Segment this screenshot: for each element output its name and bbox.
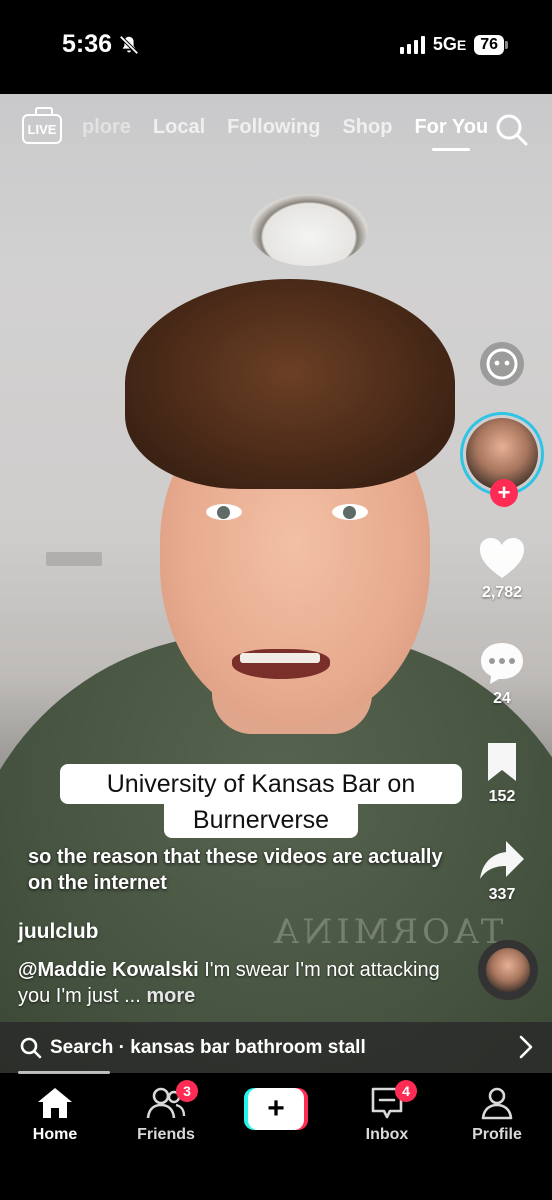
chevron-right-icon (519, 1035, 533, 1059)
create-button[interactable]: + (244, 1088, 308, 1130)
nav-profile-label: Profile (472, 1126, 522, 1143)
video-subtitle: so the reason that these videos are actu… (28, 846, 443, 894)
search-suggestion-bar[interactable]: Search · kansas bar bathroom stall (0, 1022, 552, 1073)
author-username[interactable]: juulclub (18, 920, 99, 944)
nav-inbox[interactable]: 4 Inbox (337, 1080, 437, 1144)
bottom-nav: Home 3 Friends + 4 Inbox Profile (0, 1074, 552, 1200)
tab-explore[interactable]: plore (82, 116, 131, 139)
search-suggestion-label: Search · kansas bar bathroom stall (50, 1036, 366, 1058)
search-icon[interactable] (494, 112, 530, 148)
comment-count: 24 (493, 690, 511, 707)
battery-icon: 76 (474, 34, 508, 55)
follow-plus-icon[interactable]: + (490, 479, 518, 507)
heart-icon (480, 538, 524, 578)
comment-button[interactable]: 24 (452, 640, 552, 708)
more-link[interactable]: more (146, 985, 195, 1007)
creator-avatar[interactable]: + (460, 412, 544, 507)
tab-shop[interactable]: Shop (342, 116, 392, 139)
nav-friends-label: Friends (137, 1126, 195, 1143)
top-nav: LIVE plore Local Following Shop For You (0, 110, 552, 160)
nav-inbox-label: Inbox (365, 1126, 409, 1143)
post-description[interactable]: @Maddie Kowalski I'm swear I'm not attac… (18, 957, 458, 1009)
save-count: 152 (488, 788, 516, 805)
video-title-line-2: Burnerverse (164, 802, 358, 838)
profile-icon (481, 1087, 513, 1120)
share-arrow-icon (480, 841, 524, 879)
shirt-print-text: TAORMINA (270, 912, 504, 952)
tab-following[interactable]: Following (227, 116, 320, 139)
video-person-hair (125, 279, 455, 489)
video-ceiling-light (250, 194, 368, 266)
status-indicators: 5GE 76 (399, 34, 508, 55)
share-count: 337 (488, 886, 516, 903)
network-label: 5GE (432, 34, 467, 54)
home-icon (38, 1088, 72, 1118)
video-person-mouth (232, 649, 330, 679)
video-person-eye-left (206, 504, 242, 520)
nav-home-label: Home (32, 1126, 78, 1143)
status-bar: 5:36 5GE 76 (0, 0, 552, 94)
sound-disc-icon[interactable] (478, 940, 538, 1000)
nav-profile[interactable]: Profile (447, 1086, 547, 1144)
friends-badge: 3 (176, 1080, 198, 1102)
nav-friends[interactable]: 3 Friends (116, 1080, 216, 1144)
like-button[interactable]: 2,782 (452, 536, 552, 602)
video-vent (46, 552, 102, 566)
bookmark-icon (488, 743, 516, 781)
status-time: 5:36 (62, 30, 140, 59)
clock: 5:36 (62, 30, 113, 58)
inbox-badge: 4 (395, 1080, 417, 1102)
video-person-eye-right (332, 504, 368, 520)
nav-home[interactable]: Home (5, 1086, 105, 1144)
like-count: 2,782 (481, 584, 523, 601)
creator-avatar-button[interactable]: + (452, 412, 552, 507)
feed-tabs: plore Local Following Shop For You (82, 116, 488, 151)
ai-face-button[interactable] (452, 340, 552, 388)
search-icon (20, 1037, 42, 1058)
share-button[interactable]: 337 (452, 838, 552, 904)
face-icon (480, 342, 524, 386)
comment-icon (481, 643, 523, 684)
cellular-signal-icon (399, 35, 425, 54)
tab-local[interactable]: Local (153, 116, 205, 139)
save-button[interactable]: 152 (452, 740, 552, 806)
video-title-line-1: University of Kansas Bar on (60, 764, 462, 804)
plus-icon: + (248, 1088, 304, 1130)
live-icon[interactable]: LIVE (22, 114, 62, 144)
mention-link[interactable]: @Maddie Kowalski (18, 959, 199, 981)
tab-for-you[interactable]: For You (414, 116, 488, 151)
battery-level: 76 (474, 34, 504, 55)
bell-off-icon (119, 34, 139, 55)
